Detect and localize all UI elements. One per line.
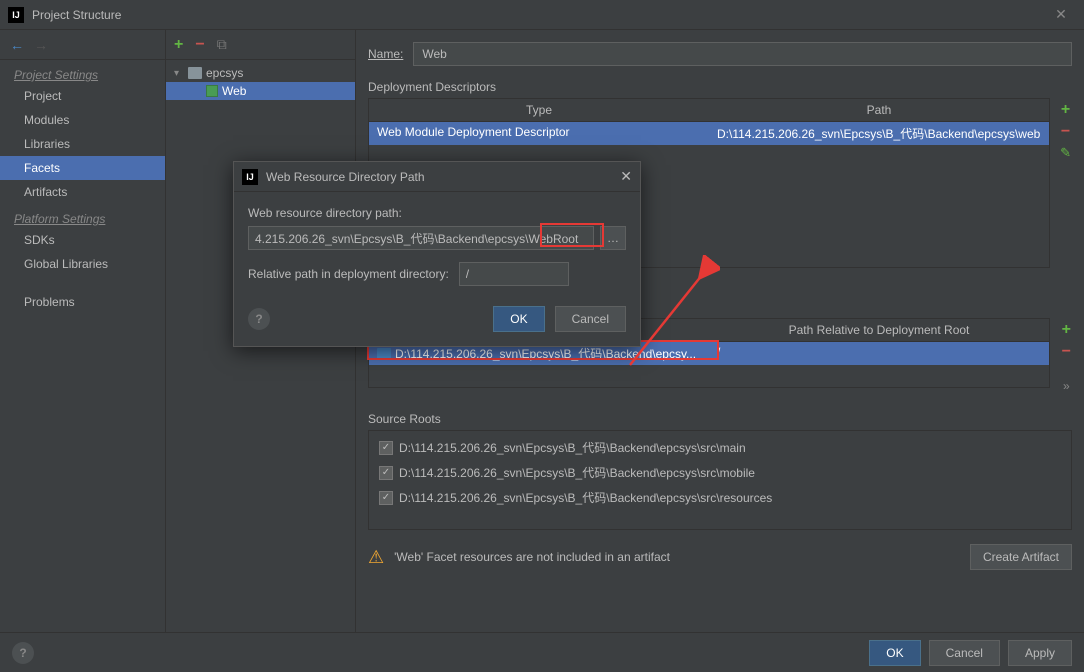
intellij-icon: IJ	[242, 169, 258, 185]
help-icon[interactable]: ?	[248, 308, 270, 330]
tree-root-label: epcsys	[206, 66, 243, 80]
sidebar-item-artifacts[interactable]: Artifacts	[0, 180, 165, 204]
copy-icon[interactable]: ⧉	[217, 36, 227, 53]
source-row[interactable]: ✓ D:\114.215.206.26_svn\Epcsys\B_代码\Back…	[369, 460, 1071, 485]
tree-row-root[interactable]: ▾ epcsys	[166, 64, 355, 82]
create-artifact-button[interactable]: Create Artifact	[970, 544, 1072, 570]
add-icon[interactable]: +	[1061, 101, 1070, 119]
intellij-icon: IJ	[8, 7, 24, 23]
ok-button[interactable]: OK	[869, 640, 920, 666]
apply-button[interactable]: Apply	[1008, 640, 1072, 666]
source-row[interactable]: ✓ D:\114.215.206.26_svn\Epcsys\B_代码\Back…	[369, 435, 1071, 460]
warning-icon: ⚠	[368, 547, 384, 568]
checkbox-icon[interactable]: ✓	[379, 491, 393, 505]
cell-path: D:\114.215.206.26_svn\Epcsys\B_代码\Backen…	[709, 122, 1049, 145]
folder-icon	[377, 348, 391, 360]
source-roots-box: ✓ D:\114.215.206.26_svn\Epcsys\B_代码\Back…	[368, 430, 1072, 530]
col-rel-path: Path Relative to Deployment Root	[709, 319, 1049, 341]
source-path: D:\114.215.206.26_svn\Epcsys\B_代码\Backen…	[399, 464, 755, 481]
more-icon[interactable]: »	[1063, 379, 1070, 393]
path-label: Web resource directory path:	[248, 206, 626, 220]
add-icon[interactable]: +	[174, 36, 183, 54]
sidebar-item-modules[interactable]: Modules	[0, 108, 165, 132]
sidebar-nav: ← →	[0, 30, 165, 60]
browse-button[interactable]: …	[600, 226, 626, 250]
source-roots-label: Source Roots	[368, 412, 1072, 426]
sidebar-item-problems[interactable]: Problems	[0, 290, 165, 314]
cell-type: Web Module Deployment Descriptor	[369, 122, 709, 145]
deployment-label: Deployment Descriptors	[368, 80, 1072, 94]
name-label: Name:	[368, 47, 403, 61]
dialog-ok-button[interactable]: OK	[493, 306, 544, 332]
sidebar-item-libraries[interactable]: Libraries	[0, 132, 165, 156]
col-path: Path	[709, 99, 1049, 121]
path-input[interactable]	[248, 226, 594, 250]
warning-text: 'Web' Facet resources are not included i…	[394, 550, 670, 564]
rel-input[interactable]	[459, 262, 569, 286]
source-path: D:\114.215.206.26_svn\Epcsys\B_代码\Backen…	[399, 489, 772, 506]
close-icon[interactable]: ✕	[1046, 6, 1076, 23]
section-project-settings: Project Settings	[0, 60, 165, 84]
dialog-web-resource-path: IJ Web Resource Directory Path ✕ Web res…	[233, 161, 641, 347]
checkbox-icon[interactable]: ✓	[379, 466, 393, 480]
source-path: D:\114.215.206.26_svn\Epcsys\B_代码\Backen…	[399, 439, 746, 456]
sidebar-item-project[interactable]: Project	[0, 84, 165, 108]
col-type: Type	[369, 99, 709, 121]
dialog-cancel-button[interactable]: Cancel	[555, 306, 626, 332]
help-icon[interactable]: ?	[12, 642, 34, 664]
section-platform-settings: Platform Settings	[0, 204, 165, 228]
cancel-button[interactable]: Cancel	[929, 640, 1000, 666]
rel-label: Relative path in deployment directory:	[248, 267, 449, 281]
remove-icon[interactable]: −	[195, 36, 204, 54]
forward-icon[interactable]: →	[34, 37, 48, 53]
folder-icon	[188, 67, 202, 79]
back-icon[interactable]: ←	[10, 37, 24, 53]
cell-rel: /	[709, 342, 1049, 365]
checkbox-icon[interactable]: ✓	[379, 441, 393, 455]
bottom-bar: ? OK Cancel Apply	[0, 632, 1084, 672]
tree-row-web[interactable]: Web	[166, 82, 355, 100]
add-icon[interactable]: +	[1062, 321, 1071, 339]
dialog-title: Web Resource Directory Path	[266, 170, 620, 184]
source-row[interactable]: ✓ D:\114.215.206.26_svn\Epcsys\B_代码\Back…	[369, 485, 1071, 510]
titlebar: IJ Project Structure ✕	[0, 0, 1084, 30]
window-title: Project Structure	[32, 8, 1046, 22]
chevron-down-icon[interactable]: ▾	[174, 68, 184, 79]
remove-icon[interactable]: −	[1061, 123, 1070, 141]
name-input[interactable]	[413, 42, 1072, 66]
remove-icon[interactable]: −	[1062, 343, 1071, 361]
close-icon[interactable]: ✕	[620, 168, 632, 185]
edit-icon[interactable]: ✎	[1060, 145, 1071, 161]
tree-toolbar: + − ⧉	[166, 30, 355, 60]
sidebar-item-facets[interactable]: Facets	[0, 156, 165, 180]
web-icon	[206, 85, 218, 97]
sidebar-item-global-libraries[interactable]: Global Libraries	[0, 252, 165, 276]
tree: ▾ epcsys Web	[166, 60, 355, 104]
table-row[interactable]: Web Module Deployment Descriptor D:\114.…	[369, 122, 1049, 145]
tree-child-label: Web	[222, 84, 246, 98]
sidebar-item-sdks[interactable]: SDKs	[0, 228, 165, 252]
sidebar: ← → Project Settings Project Modules Lib…	[0, 30, 166, 632]
